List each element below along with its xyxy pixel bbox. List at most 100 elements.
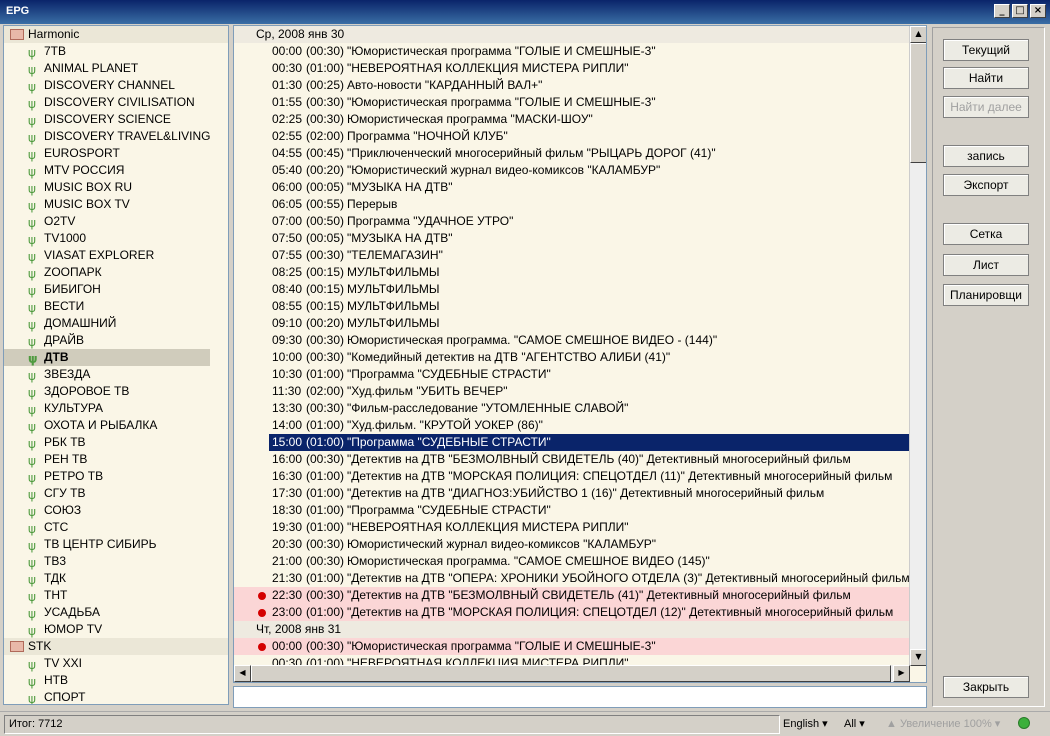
program-row[interactable]: 08:40 (00:15) МУЛЬТФИЛЬМЫ	[234, 281, 910, 298]
program-row[interactable]: 05:40 (00:20) "Юмористический журнал видео…	[234, 162, 910, 179]
program-row[interactable]: 08:25 (00:15) МУЛЬТФИЛЬМЫ	[234, 264, 910, 281]
program-row[interactable]: 07:50 (00:05) "МУЗЫКА НА ДТВ"	[234, 230, 910, 247]
horizontal-scrollbar[interactable]: ◀ ▶	[234, 665, 910, 682]
channel-item[interactable]: ψ VIASAT EXPLORER	[4, 247, 228, 264]
language-dropdown[interactable]: English ▾	[783, 717, 828, 730]
program-row[interactable]: 02:25 (00:30) Юмористическая программа "МА…	[234, 111, 910, 128]
zoom-control[interactable]: ▲ Увеличение 100% ▾	[886, 717, 1000, 730]
program-row[interactable]: 10:30 (01:00) "Программа "СУДЕБНЫЕ СТРАСТИ…	[234, 366, 910, 383]
program-row[interactable]: 21:30 (01:00) "Детектив на ДТВ "ОПЕРА: ХРО…	[234, 570, 910, 587]
program-row[interactable]: 20:30 (00:30) Юмористический журнал видео-…	[234, 536, 910, 553]
channel-item[interactable]: ψ TV XXI	[4, 655, 228, 672]
program-row[interactable]: 16:00 (00:30) "Детектив на ДТВ "БЕЗМОЛВНЫЙ…	[234, 451, 910, 468]
vertical-scrollbar[interactable]: ▲ ▼	[909, 26, 926, 666]
channel-item[interactable]: ψ НТВ	[4, 672, 228, 689]
channel-item[interactable]: ψ ЮМОР TV	[4, 621, 228, 638]
program-row[interactable]: 06:05 (00:55) Перерыв	[234, 196, 910, 213]
close-button[interactable]: Закрыть	[943, 676, 1029, 698]
find-button[interactable]: Найти	[943, 67, 1029, 89]
channel-item[interactable]: ψ БИБИГОН	[4, 281, 228, 298]
maximize-button[interactable]: □	[1012, 4, 1028, 18]
channel-item[interactable]: ψ РЕН ТВ	[4, 451, 228, 468]
scroll-down-icon[interactable]: ▼	[910, 649, 926, 666]
channel-item[interactable]: ψ ДТВ	[4, 349, 210, 366]
current-button[interactable]: Текущий	[943, 39, 1029, 61]
channel-item[interactable]: ψ УСАДЬБА	[4, 604, 228, 621]
program-row[interactable]: 07:55 (00:30) "ТЕЛЕМАГАЗИН"	[234, 247, 910, 264]
channel-item[interactable]: ψ ТНТ	[4, 587, 228, 604]
list-button[interactable]: Лист	[943, 254, 1029, 276]
filter-dropdown[interactable]: All ▾	[844, 717, 865, 730]
program-row[interactable]: 06:00 (00:05) "МУЗЫКА НА ДТВ"	[234, 179, 910, 196]
scroll-right-icon[interactable]: ▶	[893, 665, 910, 682]
channel-item[interactable]: ψ РЕТРО ТВ	[4, 468, 228, 485]
channel-item[interactable]: ψ ANIMAL PLANET	[4, 60, 228, 77]
export-button[interactable]: Экспорт	[943, 174, 1029, 196]
channel-item[interactable]: ψ СГУ ТВ	[4, 485, 228, 502]
channel-item[interactable]: ψ DISCOVERY TRAVEL&LIVING	[4, 128, 228, 145]
program-row[interactable]: 09:10 (00:20) МУЛЬТФИЛЬМЫ	[234, 315, 910, 332]
record-button[interactable]: запись	[943, 145, 1029, 167]
channel-item[interactable]: ψ MUSIC BOX TV	[4, 196, 228, 213]
channel-item[interactable]: ψ TV1000	[4, 230, 228, 247]
channel-item[interactable]: ψ ЗДОРОВОЕ ТВ	[4, 383, 228, 400]
channel-item[interactable]: ψ ТВ3	[4, 553, 228, 570]
scheduler-button[interactable]: Планировщи	[943, 284, 1029, 306]
channel-item[interactable]: ψ ДРАЙВ	[4, 332, 228, 349]
schedule-list[interactable]: Ср, 2008 янв 30 00:00 (00:30) "Юмористическ…	[233, 25, 927, 683]
program-row[interactable]: 08:55 (00:15) МУЛЬТФИЛЬМЫ	[234, 298, 910, 315]
channel-item[interactable]: ψ ЗВЕЗДА	[4, 366, 228, 383]
minimize-button[interactable]: _	[994, 4, 1010, 18]
channel-item[interactable]: ψ СТС	[4, 519, 228, 536]
channel-item[interactable]: ψ СОЮЗ	[4, 502, 228, 519]
program-row[interactable]: 13:30 (00:30) "Фильм-расследование "УТОМЛЕ…	[234, 400, 910, 417]
program-row[interactable]: 04:55 (00:45) "Приключенческий многосерийн…	[234, 145, 910, 162]
channel-item[interactable]: ψ 7ТВ	[4, 43, 228, 60]
channel-item[interactable]: ψ MUSIC BOX RU	[4, 179, 228, 196]
search-input[interactable]	[233, 686, 927, 708]
program-row[interactable]: 00:00 (00:30) "Юмористическая программа "Г…	[234, 638, 910, 655]
program-row[interactable]: 01:55 (00:30) "Юмористическая программа "Г…	[234, 94, 910, 111]
program-row[interactable]: 21:00 (00:30) Юмористическая программа. "С…	[234, 553, 910, 570]
tree-group[interactable]: STK	[4, 638, 228, 655]
channel-item[interactable]: ψ ОХОТА И РЫБАЛКА	[4, 417, 228, 434]
program-row[interactable]: 23:00 (01:00) "Детектив на ДТВ "МОРСКАЯ ПО…	[234, 604, 910, 621]
program-row[interactable]: 01:30 (00:25) Авто-новости "КАРДАННЫЙ ВАЛ+…	[234, 77, 910, 94]
channel-item[interactable]: ψ ТДК	[4, 570, 228, 587]
program-row[interactable]: 11:30 (02:00) "Худ.фильм "УБИТЬ ВЕЧЕР"	[234, 383, 910, 400]
scroll-left-icon[interactable]: ◀	[234, 665, 251, 682]
channel-item[interactable]: ψ ВЕСТИ	[4, 298, 228, 315]
vertical-scroll-thumb[interactable]	[910, 43, 926, 163]
close-window-button[interactable]: ×	[1030, 4, 1046, 18]
program-row[interactable]: 17:30 (01:00) "Детектив на ДТВ "ДИАГНОЗ:УБ…	[234, 485, 910, 502]
program-row[interactable]: 07:00 (00:50) Программа "УДАЧНОЕ УТРО"	[234, 213, 910, 230]
program-row[interactable]: 14:00 (01:00) "Худ.фильм. "КРУТОЙ УОКЕР (8…	[234, 417, 910, 434]
channel-item[interactable]: ψ O2TV	[4, 213, 228, 230]
channel-item[interactable]: ψ MTV РОССИЯ	[4, 162, 228, 179]
channel-item[interactable]: ψ РБК ТВ	[4, 434, 228, 451]
channel-item[interactable]: ψ DISCOVERY CHANNEL	[4, 77, 228, 94]
scroll-up-icon[interactable]: ▲	[910, 26, 926, 43]
find-next-button[interactable]: Найти далее	[943, 96, 1029, 118]
channel-item[interactable]: ψ КУЛЬТУРА	[4, 400, 228, 417]
program-row[interactable]: 00:30 (01:00) "НЕВЕРОЯТНАЯ КОЛЛЕКЦИЯ МИСТЕ…	[234, 60, 910, 77]
grid-button[interactable]: Сетка	[943, 223, 1029, 245]
program-row[interactable]: 15:00 (01:00) "Программа "СУДЕБНЫЕ СТРАСТИ…	[269, 434, 910, 451]
channel-item[interactable]: ψ ДОМАШНИЙ	[4, 315, 228, 332]
tree-group[interactable]: Harmonic	[4, 26, 228, 43]
channel-item[interactable]: ψ ZOOПАРК	[4, 264, 228, 281]
program-row[interactable]: 09:30 (00:30) Юмористическая программа. "С…	[234, 332, 910, 349]
program-row[interactable]: 22:30 (00:30) "Детектив на ДТВ "БЕЗМОЛВНЫЙ…	[234, 587, 910, 604]
program-row[interactable]: 02:55 (02:00) Программа "НОЧНОЙ КЛУБ"	[234, 128, 910, 145]
program-row[interactable]: 00:00 (00:30) "Юмористическая программа "Г…	[234, 43, 910, 60]
channel-item[interactable]: ψ EUROSPORT	[4, 145, 228, 162]
program-row[interactable]: 16:30 (01:00) "Детектив на ДТВ "МОРСКАЯ ПО…	[234, 468, 910, 485]
program-row[interactable]: 19:30 (01:00) "НЕВЕРОЯТНАЯ КОЛЛЕКЦИЯ МИСТЕ…	[234, 519, 910, 536]
channel-item[interactable]: ψ DISCOVERY CIVILISATION	[4, 94, 228, 111]
horizontal-scroll-thumb[interactable]	[251, 665, 891, 682]
channel-tree[interactable]: Harmonic ψ 7ТВ ψ ANIMAL PLANET ψ DISCOVERY CHA…	[3, 25, 229, 705]
channel-item[interactable]: ψ DISCOVERY SCIENCE	[4, 111, 228, 128]
program-row[interactable]: 10:00 (00:30) "Комедийный детектив на ДТВ …	[234, 349, 910, 366]
channel-item[interactable]: ψ СПОРТ	[4, 689, 228, 704]
channel-item[interactable]: ψ ТВ ЦЕНТР СИБИРЬ	[4, 536, 228, 553]
